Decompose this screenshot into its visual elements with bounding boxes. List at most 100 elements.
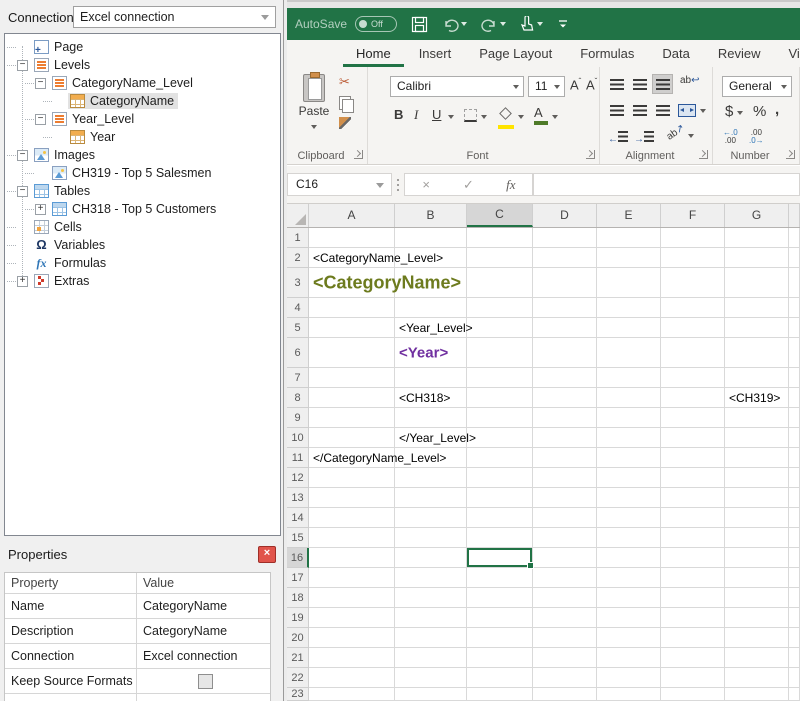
cell-E11[interactable] [597,448,661,468]
enter-icon[interactable]: ✓ [447,177,489,193]
cell-D7[interactable] [533,368,597,388]
cell-C17[interactable] [467,568,533,588]
row-header-16[interactable]: 16 [287,548,309,568]
cell-partial-22[interactable] [789,668,800,688]
tab-review[interactable]: Review [705,40,774,67]
align-left-button[interactable] [606,100,627,120]
column-header-c[interactable]: C [467,204,533,227]
cell-G5[interactable] [725,318,789,338]
cell-A6[interactable] [309,338,395,368]
dialog-launcher-icon[interactable] [786,150,795,159]
cell-A17[interactable] [309,568,395,588]
row-header-8[interactable]: 8 [287,388,309,408]
cell-C12[interactable] [467,468,533,488]
row-header-11[interactable]: 11 [287,448,309,468]
cell-A13[interactable] [309,488,395,508]
cell-G21[interactable] [725,648,789,668]
cell-D11[interactable] [533,448,597,468]
cell-G16[interactable] [725,548,789,568]
font-size-combo[interactable]: 11 [528,76,565,97]
cell-C21[interactable] [467,648,533,668]
cell-partial-16[interactable] [789,548,800,568]
cell-C3[interactable] [467,268,533,298]
row-header-18[interactable]: 18 [287,588,309,608]
cell-partial-17[interactable] [789,568,800,588]
cell-B4[interactable] [395,298,467,318]
cell-C13[interactable] [467,488,533,508]
cancel-icon[interactable]: × [405,177,447,192]
save-button[interactable] [411,16,428,33]
cell-B10[interactable]: </Year_Level> [395,428,467,448]
close-icon[interactable]: × [258,546,276,563]
cell-B13[interactable] [395,488,467,508]
property-value[interactable]: CategoryName [136,594,270,618]
cell-D16[interactable] [533,548,597,568]
tree-item-extras[interactable]: +Extras [5,272,280,290]
font-name-combo[interactable]: Calibri [390,76,524,97]
expand-icon[interactable]: + [17,276,28,287]
tree-item-page[interactable]: Page [5,38,280,56]
cell-F18[interactable] [661,588,725,608]
checkbox[interactable] [198,674,213,689]
cell-E12[interactable] [597,468,661,488]
column-header-e[interactable]: E [597,204,661,227]
tab-page-layout[interactable]: Page Layout [466,40,565,67]
selected-cell-C16[interactable] [467,548,533,568]
redo-button[interactable] [481,17,506,32]
cell-C8[interactable] [467,388,533,408]
cell-E14[interactable] [597,508,661,528]
property-value[interactable] [136,669,270,693]
property-value[interactable] [136,694,270,701]
cell-D14[interactable] [533,508,597,528]
collapse-icon[interactable]: − [17,150,28,161]
cell-C6[interactable] [467,338,533,368]
dialog-launcher-icon[interactable] [699,150,708,159]
tree-item-year[interactable]: Year [5,128,280,146]
cell-F17[interactable] [661,568,725,588]
cell-partial-6[interactable] [789,338,800,368]
cell-A9[interactable] [309,408,395,428]
cell-partial-5[interactable] [789,318,800,338]
row-header-1[interactable]: 1 [287,228,309,248]
decrease-indent-button[interactable]: ← [608,129,628,147]
cell-G10[interactable] [725,428,789,448]
cell-C4[interactable] [467,298,533,318]
cell-A3[interactable]: <CategoryName> [309,268,395,298]
row-header-9[interactable]: 9 [287,408,309,428]
cell-F15[interactable] [661,528,725,548]
cell-F6[interactable] [661,338,725,368]
row-header-14[interactable]: 14 [287,508,309,528]
row-header-12[interactable]: 12 [287,468,309,488]
cell-E15[interactable] [597,528,661,548]
cell-F13[interactable] [661,488,725,508]
cell-E18[interactable] [597,588,661,608]
cell-F14[interactable] [661,508,725,528]
cell-C15[interactable] [467,528,533,548]
cell-partial-21[interactable] [789,648,800,668]
cell-D2[interactable] [533,248,597,268]
cell-G1[interactable] [725,228,789,248]
row-header-15[interactable]: 15 [287,528,309,548]
cell-partial-20[interactable] [789,628,800,648]
collapse-icon[interactable]: − [35,114,46,125]
property-value[interactable]: Excel connection [136,644,270,668]
row-header-19[interactable]: 19 [287,608,309,628]
bold-button[interactable]: B [394,107,403,122]
cell-A10[interactable] [309,428,395,448]
cell-G22[interactable] [725,668,789,688]
cell-C5[interactable] [467,318,533,338]
cell-G18[interactable] [725,588,789,608]
cell-E5[interactable] [597,318,661,338]
cell-B16[interactable] [395,548,467,568]
cell-A16[interactable] [309,548,395,568]
cell-D13[interactable] [533,488,597,508]
wrap-text-button[interactable]: ab↩ [680,75,700,86]
property-value[interactable]: CategoryName [136,619,270,643]
cell-G12[interactable] [725,468,789,488]
cell-C20[interactable] [467,628,533,648]
cell-partial-7[interactable] [789,368,800,388]
row-header-22[interactable]: 22 [287,668,309,688]
property-row-connection[interactable]: ConnectionExcel connection [5,643,270,668]
cell-E1[interactable] [597,228,661,248]
orientation-button[interactable]: ab↗ [665,122,687,142]
